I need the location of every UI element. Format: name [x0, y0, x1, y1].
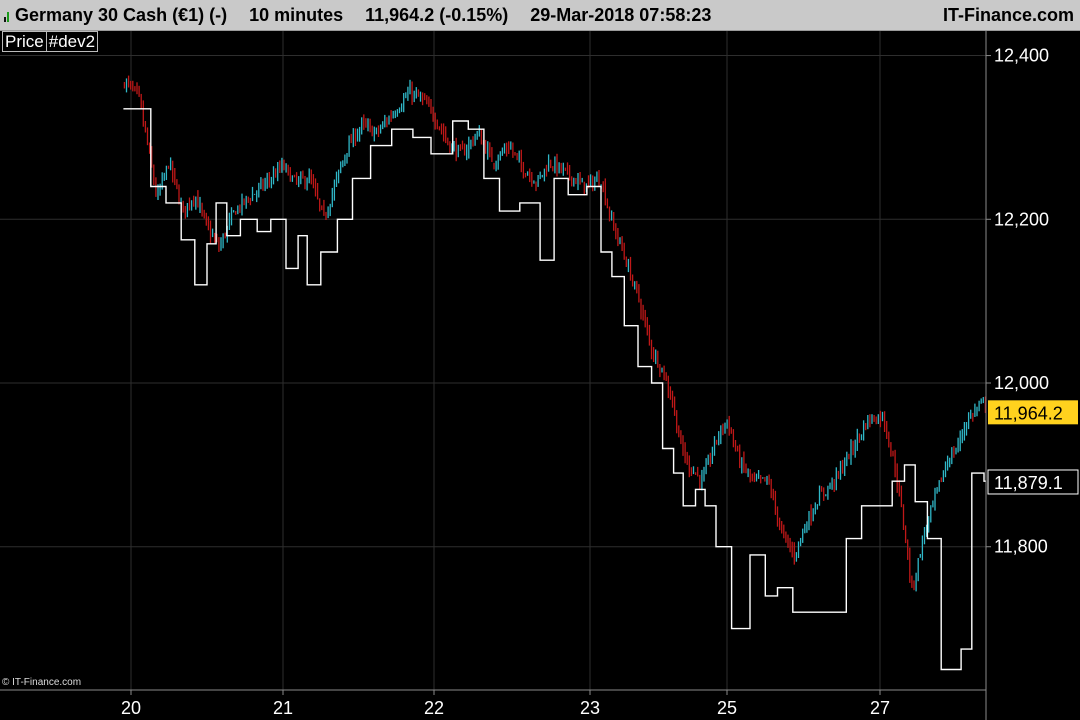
price-chart[interactable]: 11,800 12,000 12,200 12,400 20 21 22 23 25 27 11… — [0, 31, 1080, 720]
timeframe-label[interactable]: 10 minutes — [249, 5, 343, 26]
price-series — [123, 75, 986, 592]
series-legend: Price #dev2 — [2, 31, 99, 52]
price-axis-tick-label: 12,400 — [994, 46, 1049, 66]
time-axis-tick-label: 20 — [121, 698, 141, 718]
quote-datetime: 29-Mar-2018 07:58:23 — [530, 4, 712, 25]
legend-indicator[interactable]: #dev2 — [46, 31, 99, 52]
price-axis-tick-label: 12,000 — [994, 373, 1049, 393]
indicator-value-label: 11,879.1 — [994, 473, 1063, 493]
time-axis-tick-label: 22 — [424, 698, 444, 718]
time-axis-tick-label: 27 — [870, 698, 890, 718]
time-axis-tick-label: 23 — [580, 698, 600, 718]
last-price-label: 11,964.2 — [994, 403, 1063, 423]
indicator-line — [123, 108, 986, 671]
price-badges: 11,964.2 11,879.1 — [987, 400, 1079, 495]
time-axis-tick-label: 25 — [717, 698, 737, 718]
indicator-series — [123, 108, 986, 671]
instrument-name[interactable]: Germany 30 Cash (€1) (-) — [15, 5, 227, 26]
chart-type-icon[interactable] — [4, 8, 9, 22]
price-axis-tick-label: 11,800 — [994, 537, 1048, 557]
time-axis[interactable]: 20 21 22 23 25 27 — [121, 690, 890, 718]
time-axis-tick-label: 21 — [273, 698, 293, 718]
price-axis-tick-label: 12,200 — [994, 209, 1049, 229]
legend-price[interactable]: Price — [2, 31, 47, 52]
last-price-change: 11,964.2 (-0.15%) — [365, 4, 509, 25]
brand-name: IT-Finance.com — [942, 4, 1074, 25]
chart-header: Germany 30 Cash (€1) (-) 10 minutes 11,9… — [0, 0, 1080, 31]
copyright-note: © IT-Finance.com — [2, 677, 82, 688]
